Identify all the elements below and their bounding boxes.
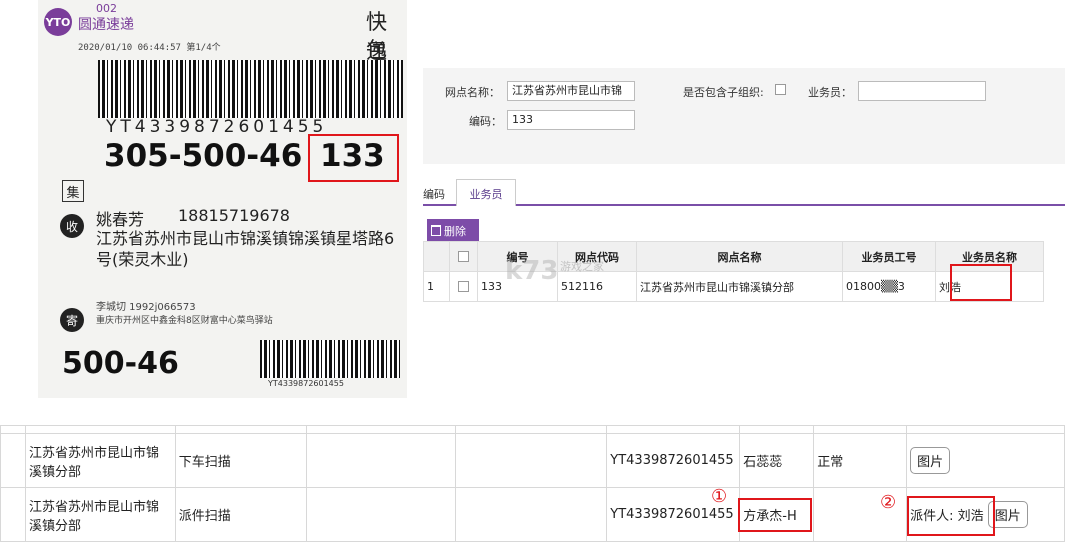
brand-name: 圆通速递 — [78, 17, 134, 33]
grid-header-index — [423, 241, 450, 272]
shipping-label-photo: YTO 002 圆通速递 2020/01/10 06:44:57 第1/4个 快… — [38, 0, 407, 398]
highlight-box-dispatcher — [907, 496, 995, 536]
delete-button[interactable]: 删除 — [427, 219, 479, 242]
sender-address: 重庆市开州区中鑫金科8区财富中心菜鸟驿站 — [96, 316, 273, 326]
salesman-label: 业务员： — [808, 86, 852, 99]
tab-salesman[interactable]: 业务员 — [456, 179, 516, 206]
short-code: 500-46 — [62, 346, 179, 381]
table-row[interactable]: 江苏省苏州市昆山市锦溪镇分部 下车扫描 YT4339872601455 石蕊蕊 … — [0, 433, 1065, 488]
record-tracking: YT4339872601455 — [606, 433, 741, 488]
recipient-address: 江苏省苏州市昆山市锦溪镇锦溪镇星塔路6号(荣灵木业) — [96, 229, 395, 269]
marker-2: ② — [880, 492, 897, 513]
main-barcode — [98, 60, 403, 118]
record-action: 派件扫描 — [174, 487, 307, 542]
watermark-text: 游戏之家 — [560, 260, 604, 273]
row-emp-no: 01800▒▒3 — [842, 271, 936, 302]
record-site: 江苏省苏州市昆山市锦溪镇分部 — [24, 433, 176, 488]
site-name-label: 网点名称： — [445, 86, 500, 99]
sender-name: 李城切 1992j066573 — [96, 302, 196, 313]
grid-header-emp-no: 业务员工号 — [842, 241, 936, 272]
record-action: 下车扫描 — [174, 433, 307, 488]
small-barcode-number: YT4339872601455 — [268, 379, 344, 388]
trash-icon — [431, 225, 441, 236]
small-barcode — [260, 340, 400, 378]
record-operator: 石蕊蕊 — [739, 433, 815, 488]
barcode-number: YT4339872601455 — [106, 117, 328, 137]
highlight-box-operator — [738, 498, 812, 532]
highlight-box-133 — [308, 134, 399, 182]
row-site-name: 江苏省苏州市昆山市锦溪镇分部 — [636, 271, 843, 302]
grid-header-check — [449, 241, 478, 272]
record-status: 正常 — [813, 433, 908, 488]
site-name-input[interactable]: 江苏省苏州市昆山市锦 — [507, 81, 635, 101]
row-check-cell — [449, 271, 478, 302]
row-index: 1 — [423, 271, 450, 302]
code-input[interactable]: 133 — [507, 110, 635, 130]
highlight-box-emp-name — [950, 264, 1012, 301]
ji-tag: 集 — [62, 180, 84, 202]
row-site-code: 512116 — [557, 271, 637, 302]
receive-icon: 收 — [60, 214, 84, 238]
code-label: 编码： — [469, 115, 502, 128]
row-checkbox[interactable] — [458, 281, 469, 292]
route-code: 305-500-46 — [104, 138, 303, 174]
marker-1: ① — [711, 486, 728, 507]
recipient-phone: 18815719678 — [178, 206, 290, 225]
select-all-checkbox[interactable] — [458, 251, 469, 262]
tab-code[interactable]: 编码 — [423, 180, 455, 206]
watermark-logo: k73 — [505, 256, 559, 286]
tab-bar — [423, 176, 1065, 206]
table-row[interactable]: 江苏省苏州市昆山市锦溪镇分部 派件扫描 YT4339872601455 方承杰-… — [0, 487, 1065, 542]
query-form: 网点名称： 江苏省苏州市昆山市锦 是否包含子组织: 业务员： 编码： 133 — [423, 68, 1065, 164]
recipient-name: 姚春芳 — [96, 210, 145, 229]
send-icon: 寄 — [60, 308, 84, 332]
delete-label: 删除 — [444, 224, 466, 238]
salesman-input[interactable] — [858, 81, 986, 101]
table-row-top — [0, 425, 1065, 434]
include-sub-checkbox[interactable] — [775, 84, 786, 95]
image-button[interactable]: 图片 — [910, 447, 951, 474]
include-sub-label: 是否包含子组织: — [683, 86, 764, 99]
record-site: 江苏省苏州市昆山市锦溪镇分部 — [24, 487, 176, 542]
print-timestamp: 2020/01/10 06:44:57 第1/4个 — [78, 43, 221, 53]
grid-header-site-name: 网点名称 — [636, 241, 843, 272]
scan-records-table: 江苏省苏州市昆山市锦溪镇分部 下车扫描 YT4339872601455 石蕊蕊 … — [0, 425, 1065, 542]
yto-logo: YTO — [44, 8, 72, 36]
